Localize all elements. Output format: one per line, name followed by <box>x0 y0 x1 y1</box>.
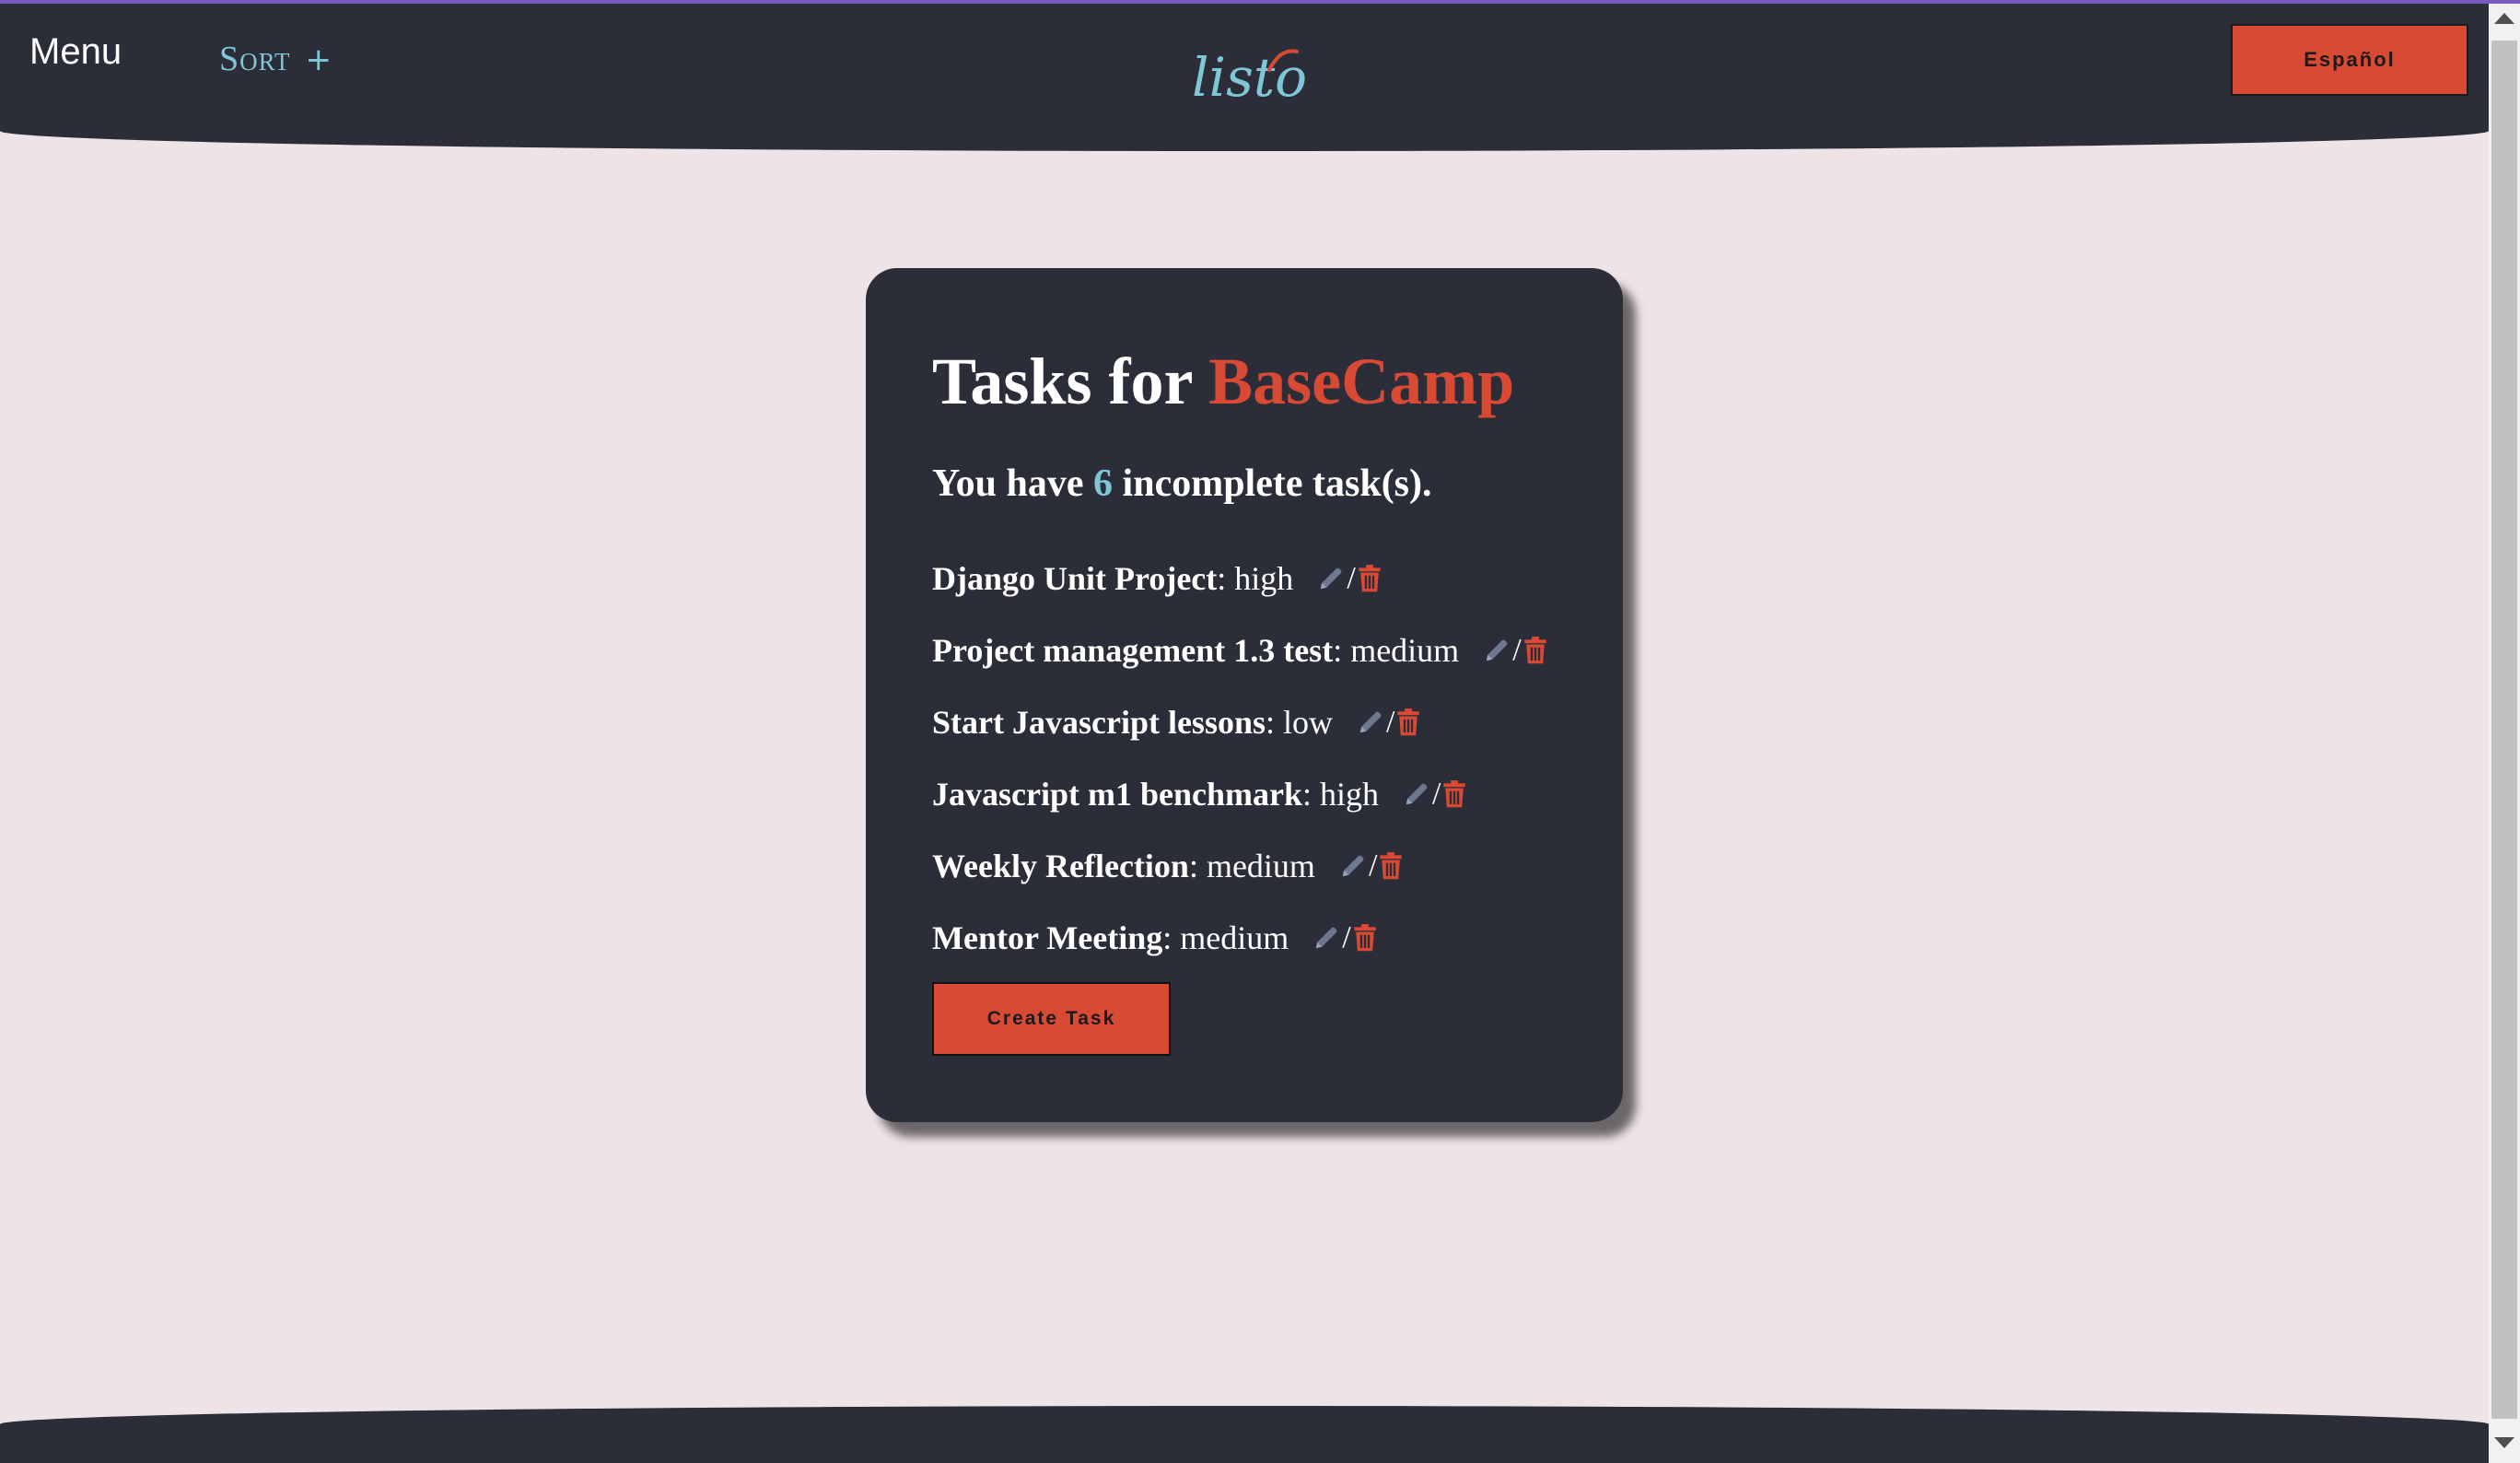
footer-bar <box>0 1406 2489 1463</box>
task-priority: low <box>1283 704 1334 741</box>
trash-icon[interactable] <box>1358 564 1382 593</box>
task-separator: : <box>1217 560 1227 597</box>
scrollbar-thumb[interactable] <box>2491 41 2517 1419</box>
task-actions: / <box>1312 920 1376 955</box>
summary-suffix: incomplete task(s). <box>1122 462 1432 505</box>
task-separator: : <box>1162 919 1172 956</box>
project-name: BaseCamp <box>1208 345 1515 418</box>
top-navbar: Menu Sort + listo Español <box>0 4 2489 151</box>
trash-icon[interactable] <box>1442 779 1466 809</box>
task-priority: medium <box>1350 632 1460 669</box>
task-actions: / <box>1483 633 1546 668</box>
trash-icon[interactable] <box>1396 708 1420 737</box>
task-item: Mentor Meeting: medium / <box>932 902 1547 974</box>
scroll-up-arrow-icon[interactable] <box>2494 13 2514 24</box>
task-name: Weekly Reflection <box>932 848 1189 884</box>
language-toggle-button[interactable]: Español <box>2231 24 2468 96</box>
action-separator: / <box>1386 705 1395 739</box>
task-item: Start Javascript lessons: low / <box>932 686 1547 758</box>
task-actions: / <box>1403 777 1466 812</box>
pencil-icon[interactable] <box>1312 924 1340 952</box>
page-title: Tasks for BaseCamp <box>932 344 1514 420</box>
scroll-down-arrow-icon[interactable] <box>2494 1437 2514 1448</box>
task-separator: : <box>1266 704 1276 741</box>
task-item: Weekly Reflection: medium / <box>932 830 1547 902</box>
task-item: Javascript m1 benchmark: high / <box>932 758 1547 830</box>
pencil-icon[interactable] <box>1317 565 1345 592</box>
listo-logo[interactable]: listo <box>1188 39 1308 112</box>
task-separator: : <box>1333 632 1343 669</box>
task-actions: / <box>1339 849 1403 884</box>
task-priority: medium <box>1180 919 1289 956</box>
trash-icon[interactable] <box>1379 851 1403 881</box>
task-name: Start Javascript lessons <box>932 704 1266 741</box>
action-separator: / <box>1347 561 1356 595</box>
task-name: Javascript m1 benchmark <box>932 776 1302 813</box>
task-list: Django Unit Project: high / Project mana… <box>932 543 1547 974</box>
task-actions: / <box>1357 705 1420 740</box>
task-item: Project management 1.3 test: medium / <box>932 614 1547 686</box>
incomplete-summary: You have 6 incomplete task(s). <box>932 462 1432 506</box>
action-separator: / <box>1368 849 1378 883</box>
pencil-icon[interactable] <box>1339 852 1367 880</box>
pencil-icon[interactable] <box>1483 637 1511 664</box>
sort-plus-icon: + <box>305 41 333 78</box>
pencil-icon[interactable] <box>1357 708 1384 736</box>
task-separator: : <box>1188 848 1198 884</box>
logo-text: listo <box>1192 46 1307 109</box>
task-name: Project management 1.3 test <box>932 632 1334 669</box>
summary-prefix: You have <box>932 462 1084 505</box>
incomplete-count: 6 <box>1093 462 1114 505</box>
action-separator: / <box>1512 633 1522 667</box>
menu-button[interactable]: Menu <box>29 31 122 73</box>
task-name: Django Unit Project <box>932 560 1218 597</box>
task-separator: : <box>1301 776 1312 813</box>
sort-label: Sort <box>219 40 291 78</box>
task-name: Mentor Meeting <box>932 919 1163 956</box>
action-separator: / <box>1432 777 1441 811</box>
action-separator: / <box>1342 920 1351 954</box>
task-priority: high <box>1234 560 1294 597</box>
task-priority: medium <box>1206 848 1315 884</box>
sort-button[interactable]: Sort + <box>219 39 332 79</box>
trash-icon[interactable] <box>1353 923 1377 953</box>
task-item: Django Unit Project: high / <box>932 543 1547 614</box>
pencil-icon[interactable] <box>1403 780 1430 808</box>
task-card: Tasks for BaseCamp You have 6 incomplete… <box>866 268 1623 1122</box>
task-actions: / <box>1317 561 1381 596</box>
title-prefix: Tasks for <box>932 345 1193 418</box>
trash-icon[interactable] <box>1523 636 1547 665</box>
task-priority: high <box>1320 776 1380 813</box>
create-task-button[interactable]: Create Task <box>932 982 1171 1056</box>
